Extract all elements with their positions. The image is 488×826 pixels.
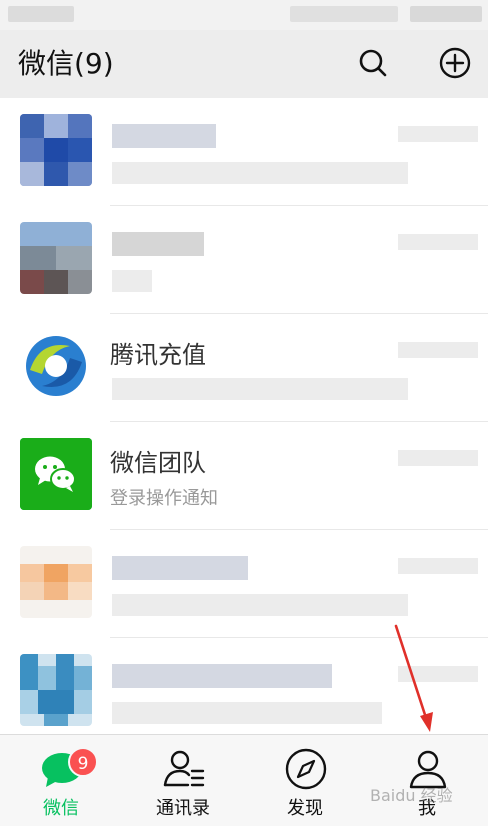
chat-preview: 登录操作通知	[110, 488, 218, 509]
tencent-recharge-avatar	[20, 330, 92, 402]
chat-item-tencent-recharge[interactable]: 腾讯充值	[0, 314, 488, 422]
wechat-logo-icon	[20, 438, 92, 510]
tencent-recharge-logo-icon	[20, 330, 92, 402]
chat-preview-blurred	[112, 594, 408, 616]
search-button[interactable]	[356, 46, 390, 80]
chat-avatar-blurred	[20, 546, 92, 618]
chat-time-blurred	[398, 342, 478, 358]
chat-name: 微信团队	[110, 449, 206, 477]
status-bar-time-blurred	[8, 6, 74, 22]
wechat-team-avatar	[20, 438, 92, 510]
chat-avatar-blurred	[20, 654, 92, 726]
chat-item[interactable]	[0, 206, 488, 314]
tab-me[interactable]: 我	[366, 735, 488, 826]
plus-circle-icon	[439, 47, 471, 79]
tab-label: 微信	[43, 798, 79, 819]
tab-discover[interactable]: 发现	[244, 735, 366, 826]
chat-time-blurred	[398, 666, 478, 682]
tab-chats[interactable]: 9 微信	[0, 735, 122, 826]
chat-time-blurred	[398, 558, 478, 574]
tab-contacts[interactable]: 通讯录	[122, 735, 244, 826]
status-bar	[0, 0, 488, 30]
watermark: Baidu 经验	[370, 786, 453, 805]
bottom-tab-bar: 9 微信 通讯录 发现 我	[0, 734, 488, 826]
chat-preview-blurred	[112, 162, 408, 184]
page-title: 微信(9)	[18, 47, 114, 80]
chat-preview-blurred	[112, 270, 152, 292]
top-bar: 微信(9)	[0, 30, 488, 98]
chat-name-blurred	[112, 232, 204, 256]
chat-time-blurred	[398, 126, 478, 142]
chat-item-wechat-team[interactable]: 微信团队 登录操作通知	[0, 422, 488, 530]
chat-avatar-blurred	[20, 114, 92, 186]
chat-avatar-blurred	[20, 222, 92, 294]
status-bar-indicators-blurred	[290, 6, 398, 22]
unread-badge: 9	[68, 747, 98, 777]
chat-time-blurred	[398, 450, 478, 466]
compass-icon	[285, 748, 327, 790]
status-bar-battery-blurred	[410, 6, 482, 22]
chat-item[interactable]	[0, 638, 488, 734]
contacts-icon	[163, 750, 205, 787]
chat-name-blurred	[112, 556, 248, 580]
chat-name-blurred	[112, 124, 216, 148]
tab-label: 发现	[287, 798, 323, 819]
chat-list: 腾讯充值 微信团队 登录操作通知	[0, 98, 488, 734]
chat-item[interactable]	[0, 530, 488, 638]
chat-time-blurred	[398, 234, 478, 250]
chat-name: 腾讯充值	[110, 341, 206, 369]
chat-preview-blurred	[112, 378, 408, 400]
tab-label: 通讯录	[156, 798, 210, 819]
chat-preview-blurred	[112, 702, 382, 724]
chat-item[interactable]	[0, 98, 488, 206]
search-icon	[359, 49, 387, 77]
chat-name-blurred	[112, 664, 332, 688]
add-button[interactable]	[438, 46, 472, 80]
